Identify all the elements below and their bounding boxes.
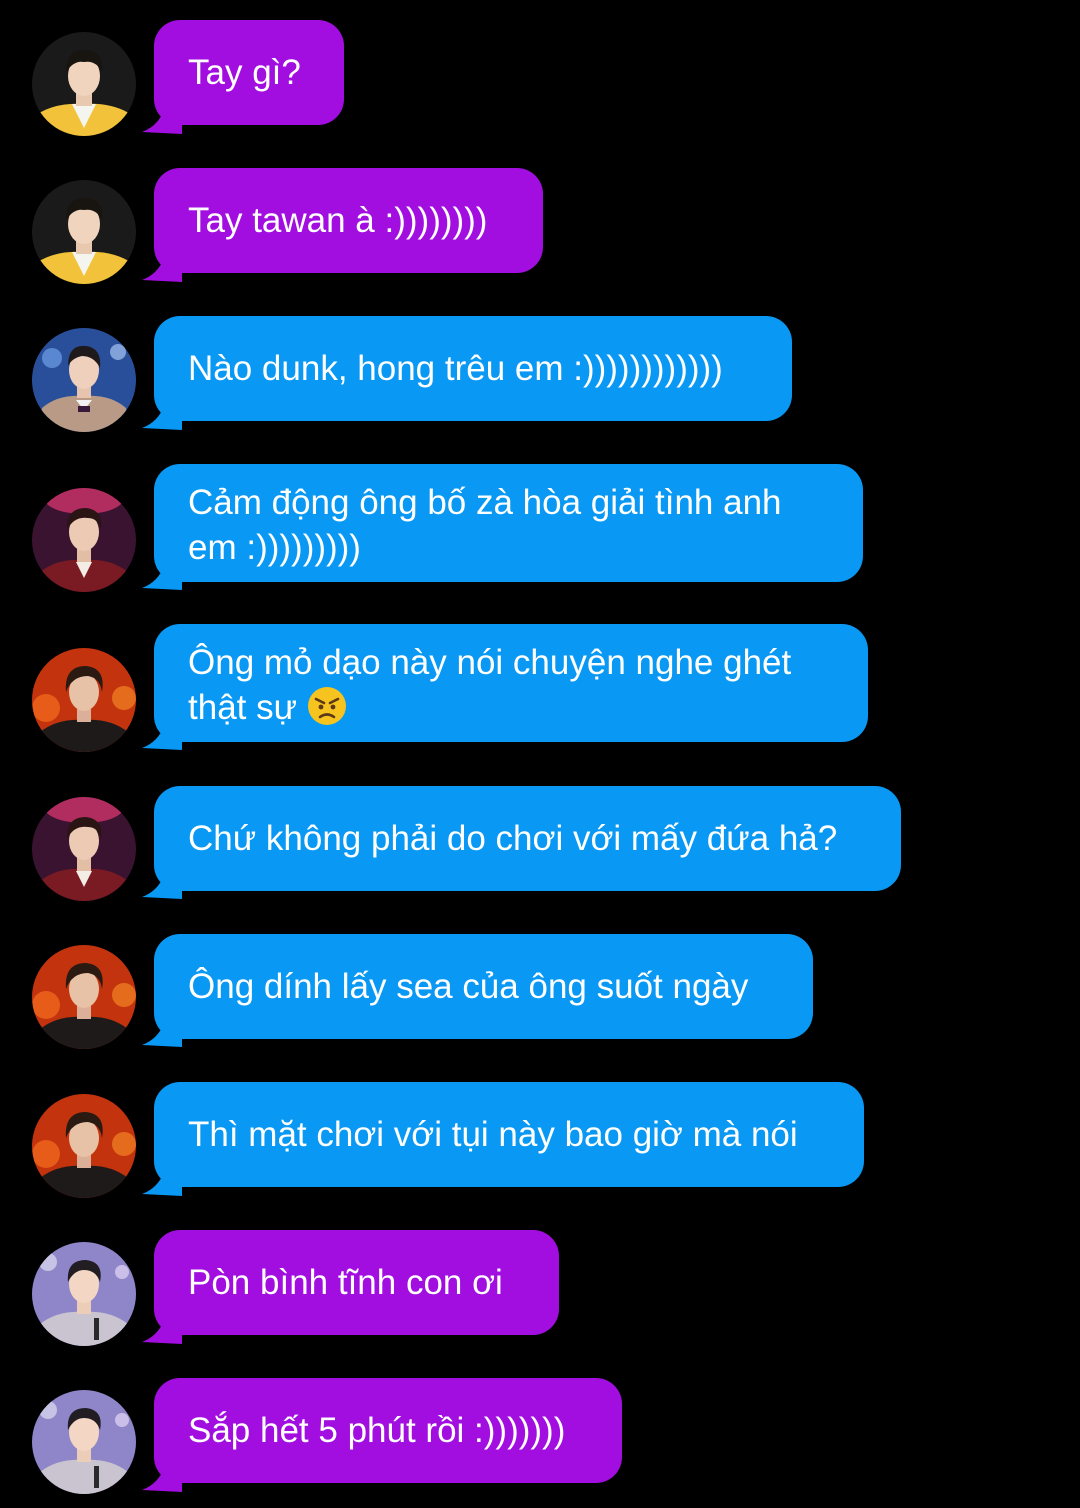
avatar-lilac-stage-icon: [32, 1242, 136, 1346]
message-bubble[interactable]: Cảm động ông bố zà hòa giải tình anh em …: [154, 464, 863, 582]
avatar[interactable]: [32, 180, 136, 284]
message-bubble[interactable]: Thì mặt chơi với tụi này bao giờ mà nói: [154, 1082, 864, 1187]
avatar-pink-stage-icon: [32, 488, 136, 592]
avatar[interactable]: [32, 328, 136, 432]
message-row: Tay gì?: [0, 20, 1080, 136]
avatar-orange-stage-icon: [32, 648, 136, 752]
avatar[interactable]: [32, 1094, 136, 1198]
message-bubble[interactable]: Ông mỏ dạo này nói chuyện nghe ghét thật…: [154, 624, 868, 742]
avatar-pink-stage-icon: [32, 797, 136, 901]
avatar[interactable]: [32, 1390, 136, 1494]
avatar[interactable]: [32, 1242, 136, 1346]
message-bubble[interactable]: Nào dunk, hong trêu em :)))))))))))): [154, 316, 792, 421]
message-row: Chứ không phải do chơi với mấy đứa hả?: [0, 786, 1080, 901]
message-row: Nào dunk, hong trêu em :)))))))))))): [0, 316, 1080, 432]
message-bubble[interactable]: Tay tawan à :)))))))): [154, 168, 543, 273]
message-row: Sắp hết 5 phút rồi :))))))): [0, 1378, 1080, 1494]
angry-face-emoji-icon: [307, 687, 346, 725]
message-text: Ông mỏ dạo này nói chuyện nghe ghét thật…: [188, 643, 792, 727]
avatar-orange-stage-icon: [32, 945, 136, 1049]
message-bubble[interactable]: Pòn bình tĩnh con ơi: [154, 1230, 559, 1335]
message-row: Thì mặt chơi với tụi này bao giờ mà nói: [0, 1082, 1080, 1198]
avatar-yellow-jacket-icon: [32, 32, 136, 136]
avatar[interactable]: [32, 797, 136, 901]
message-row: Pòn bình tĩnh con ơi: [0, 1230, 1080, 1346]
avatar[interactable]: [32, 648, 136, 752]
message-bubble[interactable]: Sắp hết 5 phút rồi :))))))): [154, 1378, 622, 1483]
message-row: Tay tawan à :)))))))): [0, 168, 1080, 284]
message-bubble[interactable]: Ông dính lấy sea của ông suốt ngày: [154, 934, 813, 1039]
avatar-yellow-jacket-icon: [32, 180, 136, 284]
avatar[interactable]: [32, 32, 136, 136]
avatar-blue-stage-icon: [32, 328, 136, 432]
message-row: Cảm động ông bố zà hòa giải tình anh em …: [0, 464, 1080, 592]
message-row: Ông dính lấy sea của ông suốt ngày: [0, 934, 1080, 1049]
chat-thread: Tay gì? Tay tawan à :)))))))) Nào dunk, …: [0, 0, 1080, 1508]
avatar-orange-stage-icon: [32, 1094, 136, 1198]
message-row: Ông mỏ dạo này nói chuyện nghe ghét thật…: [0, 624, 1080, 752]
avatar[interactable]: [32, 488, 136, 592]
message-bubble[interactable]: Chứ không phải do chơi với mấy đứa hả?: [154, 786, 901, 891]
avatar[interactable]: [32, 945, 136, 1049]
avatar-lilac-stage-icon: [32, 1390, 136, 1494]
message-bubble[interactable]: Tay gì?: [154, 20, 344, 125]
